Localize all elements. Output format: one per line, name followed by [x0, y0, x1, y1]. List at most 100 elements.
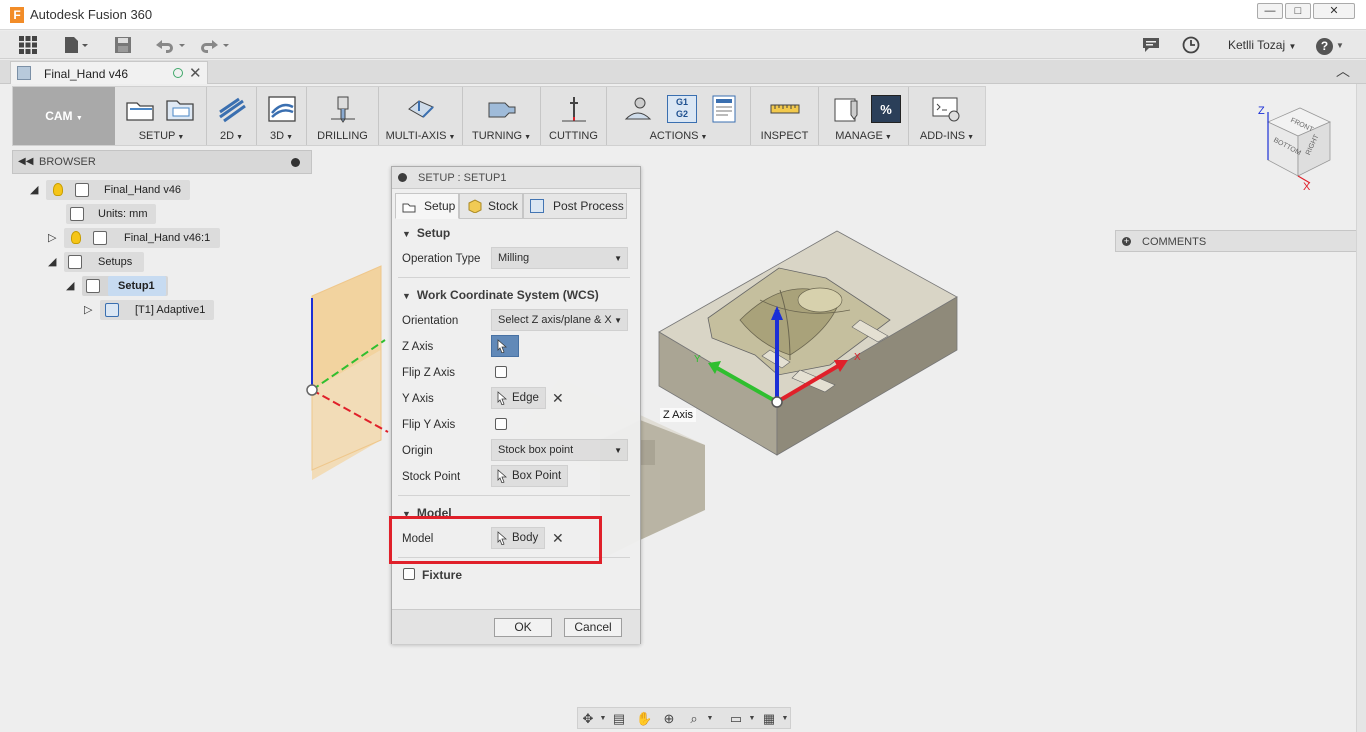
clear-y-axis-icon[interactable]: ✕ [552, 390, 564, 407]
tree-item-adaptive-operation[interactable]: ▷ [T1] Adaptive1 [82, 300, 222, 320]
adaptive-toolpath-icon [105, 303, 119, 317]
ok-button[interactable]: OK [494, 618, 552, 637]
flip-z-axis-checkbox[interactable] [495, 366, 507, 378]
close-window-button[interactable]: ✕ [1313, 3, 1355, 19]
fit-zoom-icon[interactable]: ⌕ [686, 711, 702, 726]
workspace-switcher-button[interactable]: CAM ▼ [13, 87, 115, 145]
toolbar-group-2d[interactable]: 2D ▼ [207, 87, 257, 145]
user-account-menu[interactable]: Ketlli Tozaj ▼ [1228, 38, 1296, 52]
section-wcs-header[interactable]: ▼ Work Coordinate System (WCS) [402, 288, 599, 302]
toolbar-group-setup[interactable]: SETUP ▼ [117, 87, 207, 145]
dialog-header[interactable]: SETUP : SETUP1 [392, 167, 640, 189]
collapse-browser-icon[interactable]: ◀◀ [18, 156, 33, 167]
tree-item-component[interactable]: ▷ Final_Hand v46:1 [46, 228, 220, 248]
pointer-cursor-icon [497, 391, 507, 405]
cancel-button[interactable]: Cancel [564, 618, 622, 637]
browser-panel-header[interactable]: ◀◀ BROWSER [12, 150, 312, 174]
toolbar-group-inspect[interactable]: INSPECT [751, 87, 819, 145]
tab-stock[interactable]: Stock [459, 193, 523, 219]
expand-comments-icon[interactable]: + [1122, 237, 1131, 246]
toolbar-group-manage[interactable]: % MANAGE ▼ [819, 87, 909, 145]
redo-icon[interactable] [198, 36, 232, 54]
dialog-collapse-icon[interactable] [398, 173, 407, 182]
save-icon[interactable] [114, 36, 132, 54]
origin-select[interactable]: Stock box point ▼ [491, 439, 628, 461]
simulate-icon [624, 97, 652, 120]
undo-icon[interactable] [153, 36, 187, 54]
dialog-footer: OK Cancel [392, 609, 640, 644]
expand-triangle-icon[interactable]: ◢ [30, 183, 38, 196]
expand-triangle-icon[interactable]: ◢ [66, 279, 74, 292]
file-menu-icon[interactable] [63, 36, 89, 54]
tab-post-process[interactable]: Post Process [523, 193, 627, 219]
toolbar-group-multi-axis[interactable]: MULTI-AXIS ▼ [379, 87, 463, 145]
tree-item-setups[interactable]: ◢ Setups [46, 252, 146, 272]
tree-node[interactable]: Setup1 [82, 276, 168, 296]
data-panel-grid-icon[interactable] [19, 36, 37, 54]
turning-icon [488, 102, 516, 118]
comments-panel[interactable]: + COMMENTS [1115, 230, 1366, 252]
grid-settings-icon[interactable]: ▦ [761, 711, 777, 726]
history-clock-icon[interactable] [1182, 36, 1200, 54]
viewcube[interactable]: Z X FRONT BOTTOM RIGHT [1258, 105, 1331, 193]
triad-x-label: X [854, 352, 861, 363]
orientation-select[interactable]: Select Z axis/plane & X ▼ [491, 309, 628, 331]
help-icon[interactable]: ? ▼ [1316, 36, 1344, 55]
toolbar-group-add-ins[interactable]: ADD-INS ▼ [909, 87, 985, 145]
look-at-icon[interactable]: ▤ [611, 711, 627, 726]
stock-point-select-button[interactable]: Box Point [491, 465, 569, 487]
tree-item-root-document[interactable]: ◢ Final_Hand v46 [28, 180, 198, 200]
section-setup-header[interactable]: ▼ Setup [402, 226, 450, 240]
orbit-icon[interactable]: ✥ [580, 711, 596, 726]
toolbar-label-cutting: CUTTING [549, 130, 598, 142]
visibility-bulb-icon[interactable] [71, 231, 81, 244]
toolbar-group-drilling[interactable]: DRILLING [307, 87, 379, 145]
zoom-dropdown-icon[interactable]: ▼ [702, 711, 718, 726]
toolbar-label-drilling: DRILLING [317, 130, 368, 142]
tree-item-setup1[interactable]: ◢ Setup1 [64, 276, 174, 296]
visibility-bulb-icon[interactable] [53, 183, 63, 196]
close-tab-icon[interactable]: ✕ [189, 64, 202, 82]
tree-item-units[interactable]: Units: mm [66, 204, 156, 224]
toolbar-group-turning[interactable]: TURNING ▼ [463, 87, 541, 145]
triad-z-label: Z [774, 309, 780, 320]
fixture-checkbox[interactable] [403, 568, 415, 580]
setup-dialog: SETUP : SETUP1 Setup Stock Post Process … [391, 166, 641, 644]
tab-setup[interactable]: Setup [395, 193, 459, 219]
collapse-chevron-up-icon[interactable]: ︿ [1336, 61, 1350, 81]
operation-type-select[interactable]: Milling ▼ [491, 247, 628, 269]
flip-y-axis-checkbox[interactable] [495, 418, 507, 430]
expand-triangle-icon[interactable]: ▷ [84, 303, 92, 316]
pan-hand-icon[interactable]: ✋ [636, 711, 652, 726]
maximize-button[interactable]: □ [1285, 3, 1311, 19]
zoom-icon[interactable]: ⊕ [661, 711, 677, 726]
right-edge-scrollbar[interactable] [1356, 84, 1366, 732]
main-stock-block [658, 230, 958, 456]
y-axis-select-button[interactable]: Edge [491, 387, 546, 409]
job-status-icon[interactable] [1142, 36, 1160, 54]
fixture-label: Fixture [422, 568, 463, 582]
z-axis-select-button[interactable] [491, 335, 519, 357]
toolbar-group-cutting[interactable]: CUTTING [541, 87, 607, 145]
templates-percent-icon: % [871, 95, 901, 123]
document-tab[interactable]: Final_Hand v46 ✕ [10, 61, 208, 84]
orbit-dropdown-icon[interactable]: ▼ [595, 711, 611, 726]
tree-node[interactable]: Final_Hand v46:1 [64, 228, 220, 248]
post-process-g-code-icon: G1 G2 [667, 95, 697, 123]
viewcube-x-label: X [1303, 181, 1311, 193]
tree-node[interactable]: Units: mm [66, 204, 156, 224]
cutting-icon [562, 97, 586, 122]
expand-triangle-icon[interactable]: ▷ [48, 231, 56, 244]
toolbar-group-3d[interactable]: 3D ▼ [257, 87, 307, 145]
tree-node[interactable]: Setups [64, 252, 144, 272]
grid-dropdown-icon[interactable]: ▼ [777, 711, 793, 726]
display-dropdown-icon[interactable]: ▼ [744, 711, 760, 726]
display-settings-icon[interactable]: ▭ [728, 711, 744, 726]
minimize-button[interactable]: — [1257, 3, 1283, 19]
tree-node[interactable]: [T1] Adaptive1 [100, 300, 214, 320]
expand-triangle-icon[interactable]: ◢ [48, 255, 56, 268]
tool-library-icon [834, 98, 858, 122]
toolbar-group-actions[interactable]: G1 G2 ACTIONS ▼ [607, 87, 751, 145]
tree-node[interactable]: Final_Hand v46 [46, 180, 190, 200]
browser-minimize-icon[interactable] [291, 158, 300, 167]
